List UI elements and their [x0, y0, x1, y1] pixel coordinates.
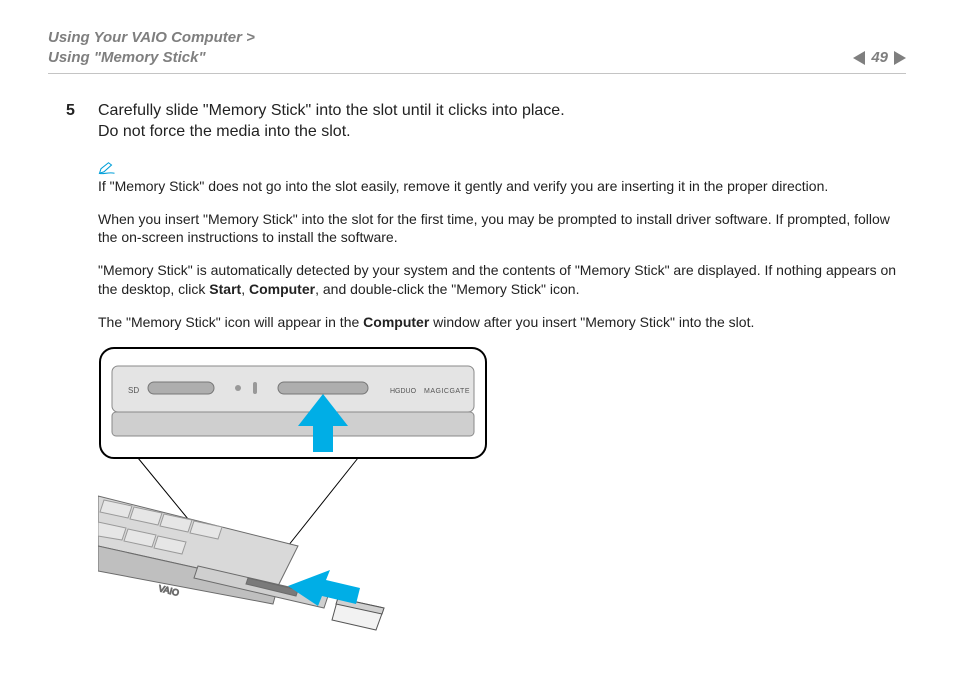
memory-stick-figure: SD HGDUO MAGICGATE	[98, 346, 498, 646]
pencil-note-icon	[98, 161, 116, 175]
paragraph-driver: When you insert "Memory Stick" into the …	[98, 210, 906, 248]
next-page-arrow-icon[interactable]	[894, 51, 906, 65]
step-number: 5	[66, 100, 82, 143]
content-area: 5 Carefully slide "Memory Stick" into th…	[48, 100, 906, 647]
page-header: Using Your VAIO Computer > Using "Memory…	[48, 28, 906, 69]
start-label: Start	[209, 281, 241, 297]
computer-label-1: Computer	[249, 281, 315, 297]
step-line-2: Do not force the media into the slot.	[98, 123, 351, 140]
prev-page-arrow-icon[interactable]	[853, 51, 865, 65]
p3-part-c: window after you insert "Memory Stick" i…	[429, 314, 754, 330]
note-icon-row	[98, 161, 906, 175]
step-5: 5 Carefully slide "Memory Stick" into th…	[66, 100, 906, 143]
paragraph-icon: The "Memory Stick" icon will appear in t…	[98, 313, 906, 332]
step-line-1: Carefully slide "Memory Stick" into the …	[98, 102, 565, 119]
breadcrumb: Using Your VAIO Computer > Using "Memory…	[48, 28, 255, 69]
p2-sep: ,	[241, 281, 249, 297]
breadcrumb-line-1: Using Your VAIO Computer >	[48, 28, 255, 48]
header-divider	[48, 73, 906, 74]
note-text: If "Memory Stick" does not go into the s…	[98, 177, 906, 196]
p2-part-c: , and double-click the "Memory Stick" ic…	[315, 281, 579, 297]
paragraph-detect: "Memory Stick" is automatically detected…	[98, 261, 906, 299]
breadcrumb-line-2: Using "Memory Stick"	[48, 48, 255, 68]
page-number: 49	[871, 48, 888, 68]
page-nav: 49	[853, 48, 906, 68]
sd-label: SD	[128, 386, 139, 395]
magicgate-label: MAGICGATE	[424, 388, 470, 395]
p3-part-a: The "Memory Stick" icon will appear in t…	[98, 314, 363, 330]
hgduo-label: HGDUO	[390, 388, 417, 395]
step-body: Carefully slide "Memory Stick" into the …	[98, 100, 906, 143]
computer-label-2: Computer	[363, 314, 429, 330]
